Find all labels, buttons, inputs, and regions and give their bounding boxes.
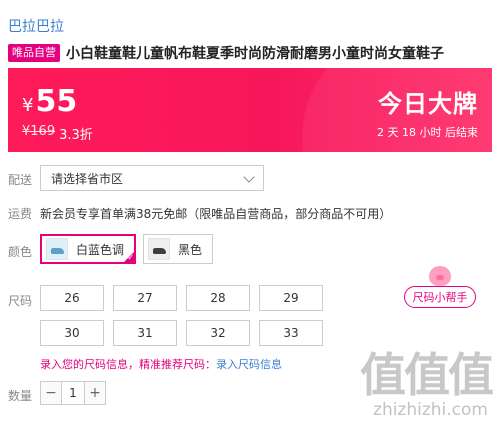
- size-option-31[interactable]: 31: [113, 320, 177, 346]
- currency-symbol: ¥: [22, 95, 34, 116]
- watermark-logo: 值值值: [360, 348, 494, 402]
- color-option-label: 白蓝色调: [76, 242, 125, 257]
- size-option-26[interactable]: 26: [40, 285, 104, 311]
- color-option-black[interactable]: 黑色: [143, 234, 214, 264]
- current-price: ¥ 55: [22, 84, 77, 119]
- chevron-down-icon: [243, 171, 255, 183]
- quantity-input[interactable]: 1: [61, 382, 85, 404]
- size-option-28[interactable]: 28: [186, 285, 250, 311]
- region-select[interactable]: 请选择省市区: [40, 165, 264, 191]
- promo-countdown: 2 天 18 小时 后结束: [377, 126, 478, 139]
- decrement-button[interactable]: −: [41, 382, 61, 404]
- size-option-29[interactable]: 29: [259, 285, 323, 311]
- price-banner: ¥ 55 ¥169 3.3折 今日大牌 2 天 18 小时 后结束: [8, 68, 492, 152]
- self-operated-badge: 唯品自营: [8, 44, 60, 62]
- quantity-stepper: − 1 +: [40, 381, 106, 405]
- product-title: 小白鞋童鞋儿童帆布鞋夏季时尚防滑耐磨男小童时尚女童鞋子: [66, 46, 444, 62]
- original-price: ¥169: [22, 124, 56, 139]
- watermark-url: zhizhizhi.com: [373, 400, 488, 420]
- size-option-32[interactable]: 32: [186, 320, 250, 346]
- shoe-thumbnail-image: [148, 238, 170, 260]
- color-label: 颜色: [8, 245, 33, 259]
- size-helper-label: 尺码小帮手: [404, 286, 476, 308]
- price-value: 55: [35, 84, 78, 119]
- color-option-white-blue[interactable]: 白蓝色调 ✓: [40, 234, 137, 264]
- discount-label: 3.3折: [59, 128, 93, 143]
- size-helper-button[interactable]: 尺码小帮手: [404, 266, 476, 316]
- size-label: 尺码: [8, 294, 33, 308]
- shoe-thumbnail-image: [46, 238, 68, 260]
- size-option-30[interactable]: 30: [40, 320, 104, 346]
- increment-button[interactable]: +: [85, 382, 105, 404]
- check-icon: ✓: [127, 253, 135, 262]
- shipping-label: 运费: [8, 207, 33, 221]
- size-option-33[interactable]: 33: [259, 320, 323, 346]
- enter-size-info-link[interactable]: 录入尺码信息: [216, 358, 282, 371]
- color-option-label: 黑色: [178, 242, 203, 257]
- product-title-row: 唯品自营 小白鞋童鞋儿童帆布鞋夏季时尚防滑耐磨男小童时尚女童鞋子: [8, 42, 496, 64]
- quantity-label: 数量: [8, 389, 33, 403]
- size-note-text: 录入您的尺码信息，精准推荐尺码：: [40, 358, 216, 371]
- delivery-label: 配送: [8, 173, 33, 187]
- size-info-note: 录入您的尺码信息，精准推荐尺码：录入尺码信息: [40, 356, 282, 372]
- size-option-27[interactable]: 27: [113, 285, 177, 311]
- promo-title: 今日大牌: [378, 90, 478, 118]
- shipping-info: 新会员专享首单满38元免邮（限唯品自营商品，部分商品不可用）: [40, 207, 392, 221]
- region-select-value: 请选择省市区: [51, 171, 124, 186]
- store-brand-link[interactable]: 巴拉巴拉: [8, 16, 64, 36]
- pig-mascot-icon: [429, 266, 451, 286]
- original-price-row: ¥169 3.3折: [22, 124, 93, 143]
